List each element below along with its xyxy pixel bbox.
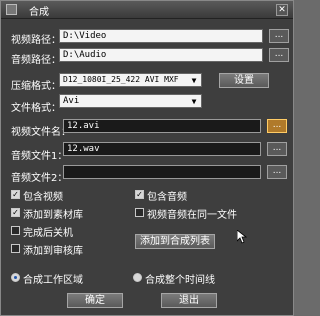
shutdown-label: 完成后关机 [23, 228, 73, 239]
audio-file1-browse-button[interactable]: ... [267, 142, 287, 156]
compose-dialog: 合成 ✕ 视频路径： D:\Video ... 音频路径： D:\Audio .… [0, 0, 294, 316]
work-area-radio[interactable] [11, 273, 20, 282]
work-area-label: 合成工作区域 [23, 275, 83, 286]
title-bar[interactable]: 合成 ✕ [1, 1, 293, 19]
audio-path-browse-button[interactable]: ... [269, 48, 289, 62]
add-to-review-label: 添加到审核库 [23, 246, 83, 257]
audio-path-field[interactable]: D:\Audio [59, 48, 263, 62]
audio-path-label: 音频路径： [11, 55, 61, 66]
compress-format-label: 压缩格式： [11, 81, 61, 92]
file-format-label: 文件格式： [11, 103, 61, 114]
video-path-field[interactable]: D:\Video [59, 29, 263, 43]
same-file-label: 视频音频在同一文件 [147, 210, 237, 221]
audio-file2-field[interactable] [63, 165, 261, 179]
add-to-library-label: 添加到素材库 [23, 210, 83, 221]
audio-file1-label: 音频文件1： [11, 151, 68, 162]
file-format-select[interactable]: Avi ▼ [59, 94, 202, 108]
compress-format-value: D12_1080I_25_422 AVI MXF [63, 75, 179, 84]
add-to-review-checkbox[interactable] [11, 244, 20, 253]
video-file-field[interactable]: 12.avi [63, 119, 261, 133]
close-icon[interactable]: ✕ [276, 4, 288, 16]
compress-format-select[interactable]: D12_1080I_25_422 AVI MXF ▼ [59, 73, 202, 87]
audio-file1-field[interactable]: 12.wav [63, 142, 261, 156]
video-file-label: 视频文件名： [11, 127, 71, 138]
exit-button[interactable]: 退出 [161, 293, 217, 308]
include-audio-checkbox[interactable]: ✓ [135, 190, 144, 199]
app-icon [6, 4, 17, 15]
audio-file2-label: 音频文件2： [11, 173, 68, 184]
same-file-checkbox[interactable] [135, 208, 144, 217]
mouse-cursor-icon [237, 230, 247, 244]
add-to-list-button[interactable]: 添加到合成列表 [135, 234, 215, 249]
timeline-label: 合成整个时间线 [145, 275, 215, 286]
add-to-library-checkbox[interactable]: ✓ [11, 208, 20, 217]
settings-button[interactable]: 设置 [219, 73, 269, 88]
timeline-radio[interactable] [133, 273, 142, 282]
chevron-down-icon: ▼ [191, 76, 197, 85]
include-video-checkbox[interactable]: ✓ [11, 190, 20, 199]
video-path-browse-button[interactable]: ... [269, 29, 289, 43]
file-format-value: Avi [63, 96, 80, 106]
include-audio-label: 包含音频 [147, 192, 187, 203]
chevron-down-icon: ▼ [191, 97, 197, 106]
video-path-label: 视频路径： [11, 35, 61, 46]
window-title: 合成 [29, 7, 49, 18]
video-file-browse-button[interactable]: ... [267, 119, 287, 133]
ok-button[interactable]: 确定 [67, 293, 123, 308]
shutdown-checkbox[interactable] [11, 226, 20, 235]
include-video-label: 包含视频 [23, 192, 63, 203]
audio-file2-browse-button[interactable]: ... [267, 165, 287, 179]
